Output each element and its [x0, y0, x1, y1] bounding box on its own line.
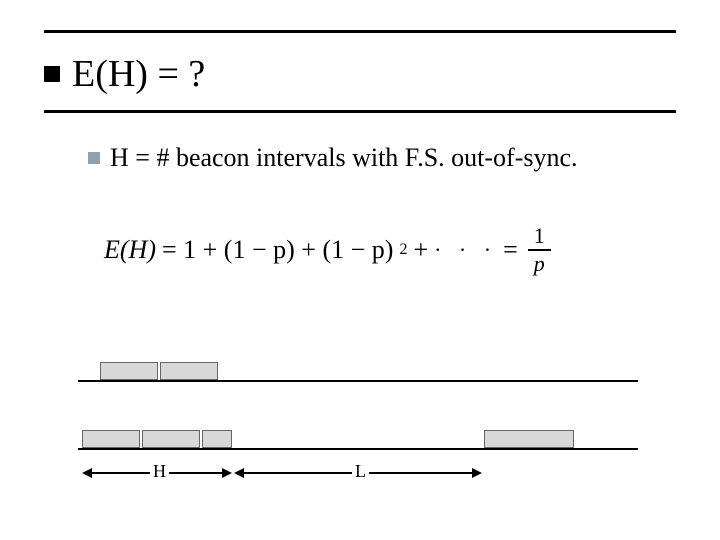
formula-lhs: E(H): [104, 235, 156, 265]
formula-fraction: 1 p: [528, 225, 551, 275]
dimension-H: H: [82, 463, 232, 483]
formula-dots: · · ·: [434, 237, 497, 263]
dimension-label-L: L: [352, 461, 369, 482]
title-underline: [44, 110, 676, 113]
interval-bar: [484, 430, 574, 448]
dimension-line: [244, 472, 358, 474]
slide-title: E(H) = ?: [72, 52, 205, 96]
dimension-label-H: H: [150, 461, 169, 482]
dimension-line: [358, 472, 472, 474]
interval-bar: [142, 430, 200, 448]
arrow-left-icon: [82, 468, 92, 478]
slide-title-row: E(H) = ?: [44, 52, 205, 96]
arrow-left-icon: [234, 468, 244, 478]
bullet-text: H = # beacon intervals with F.S. out-of-…: [110, 143, 578, 173]
formula-eq1: = 1 + (1 − p) + (1 − p): [162, 235, 393, 265]
timeline-bottom: [78, 448, 638, 450]
interval-bar: [82, 430, 140, 448]
formula-plus: +: [413, 235, 428, 265]
dimension-line: [92, 472, 157, 474]
fraction-denominator: p: [528, 251, 551, 275]
formula-exponent: 2: [399, 241, 407, 259]
title-bullet-icon: [44, 66, 60, 82]
fraction-numerator: 1: [528, 225, 551, 251]
arrow-right-icon: [222, 468, 232, 478]
bullet-row: H = # beacon intervals with F.S. out-of-…: [88, 143, 578, 173]
formula-eq2: =: [503, 235, 518, 265]
formula: E(H) = 1 + (1 − p) + (1 − p)2 + · · · = …: [104, 225, 551, 275]
arrow-right-icon: [472, 468, 482, 478]
timeline-top: [78, 380, 638, 382]
dimension-L: L: [234, 463, 482, 483]
top-rule: [44, 30, 676, 33]
interval-bar: [100, 362, 158, 380]
interval-bar: [160, 362, 218, 380]
interval-bar: [202, 430, 232, 448]
square-bullet-icon: [88, 152, 100, 164]
